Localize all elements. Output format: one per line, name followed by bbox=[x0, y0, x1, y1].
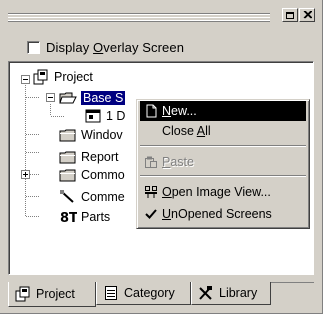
tab-project[interactable]: Project bbox=[8, 282, 96, 307]
menu-item-unopened-screens-label: UnOpened Screens bbox=[162, 207, 272, 221]
context-menu: New... Close All Paste Open Image View..… bbox=[136, 99, 310, 229]
project-icon bbox=[32, 69, 50, 85]
svg-text:8T: 8T bbox=[60, 211, 77, 225]
tree-node-label: Commo bbox=[81, 168, 125, 182]
tree-node-label: Base S bbox=[79, 90, 127, 106]
tab-library[interactable]: Library bbox=[191, 282, 271, 305]
menu-separator bbox=[140, 145, 306, 147]
category-tab-icon bbox=[102, 285, 120, 301]
menu-item-paste[interactable]: Paste bbox=[140, 152, 306, 172]
display-overlay-label: Display Overlay Screen bbox=[46, 39, 185, 55]
menu-item-new-label: New... bbox=[162, 104, 197, 118]
tree-node-label: Comme bbox=[81, 190, 125, 204]
tree-node-label: Windov bbox=[81, 128, 123, 142]
paste-icon bbox=[140, 152, 162, 172]
image-view-icon bbox=[140, 182, 162, 202]
folder-icon bbox=[59, 127, 77, 143]
comment-icon bbox=[59, 189, 77, 205]
project-tab-icon bbox=[14, 286, 32, 302]
tab-category-label: Category bbox=[124, 286, 175, 300]
close-button[interactable] bbox=[299, 8, 315, 22]
menu-item-close-all[interactable]: Close All bbox=[140, 121, 306, 141]
folder-open-icon bbox=[59, 90, 77, 106]
common-expand-toggle[interactable] bbox=[21, 170, 30, 179]
tree-node-screen-1[interactable]: 1 D bbox=[84, 107, 125, 125]
tree-node-label: Report bbox=[81, 150, 119, 164]
tab-category[interactable]: Category bbox=[96, 282, 191, 305]
project-panel: Display Overlay Screen Project Base S 1 … bbox=[0, 0, 323, 314]
menu-item-open-image-view[interactable]: Open Image View... bbox=[140, 182, 306, 202]
menu-item-open-image-view-label: Open Image View... bbox=[162, 185, 271, 199]
screen-icon bbox=[84, 108, 102, 124]
new-icon bbox=[140, 101, 162, 121]
check-icon bbox=[140, 204, 162, 224]
tab-library-label: Library bbox=[219, 286, 258, 300]
base-screen-collapse-toggle[interactable] bbox=[46, 93, 55, 102]
restore-button[interactable] bbox=[282, 8, 298, 22]
tree-node-base-screen[interactable]: Base S bbox=[59, 89, 127, 107]
menu-separator bbox=[140, 175, 306, 177]
display-overlay-checkbox-row[interactable]: Display Overlay Screen bbox=[27, 39, 184, 55]
library-tab-icon bbox=[197, 285, 215, 301]
tree-node-parts[interactable]: 8T Parts bbox=[59, 208, 110, 226]
tree-node-window[interactable]: Windov bbox=[59, 126, 123, 144]
panel-grip-bar[interactable] bbox=[8, 13, 270, 22]
tree-node-report[interactable]: Report bbox=[59, 148, 119, 166]
tab-project-label: Project bbox=[36, 287, 75, 301]
tree-node-project[interactable]: Project bbox=[32, 68, 93, 86]
tree-node-label: Parts bbox=[81, 210, 111, 224]
tree-node-label: 1 D bbox=[106, 109, 126, 123]
project-collapse-toggle[interactable] bbox=[21, 75, 30, 84]
tree-node-common[interactable]: Commo bbox=[59, 166, 125, 184]
tree-node-label: Project bbox=[54, 70, 93, 84]
folder-icon bbox=[59, 167, 77, 183]
close-icon bbox=[303, 11, 312, 19]
menu-item-new[interactable]: New... bbox=[140, 101, 306, 121]
restore-icon bbox=[285, 11, 295, 20]
menu-item-close-all-label: Close All bbox=[162, 124, 211, 138]
menu-item-paste-label: Paste bbox=[162, 155, 194, 169]
parts-icon: 8T bbox=[59, 209, 77, 225]
menu-item-unopened-screens[interactable]: UnOpened Screens bbox=[140, 204, 306, 224]
tree-node-comment[interactable]: Comme bbox=[59, 188, 125, 206]
display-overlay-checkbox[interactable] bbox=[27, 40, 40, 54]
folder-icon bbox=[59, 149, 77, 165]
